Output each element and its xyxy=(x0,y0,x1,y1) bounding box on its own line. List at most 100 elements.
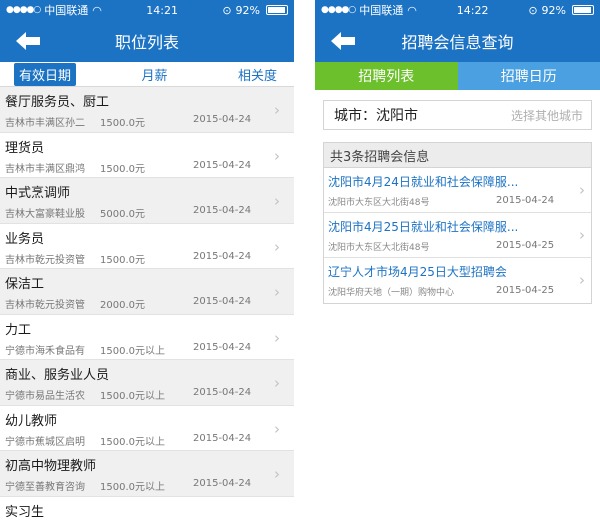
screen-gap xyxy=(294,0,315,523)
filter-valid-date[interactable]: 有效日期 xyxy=(14,62,77,86)
job-title: 实习生 xyxy=(5,504,45,520)
chevron-right-icon: › xyxy=(274,465,280,483)
job-salary: 5000.0元 xyxy=(100,209,145,220)
fair-count: 共3条招聘会信息 xyxy=(324,143,591,168)
job-salary: 1500.0元以上 xyxy=(100,391,165,402)
job-company: 吉林市乾元投资管 xyxy=(5,300,85,311)
job-date: 2015-04-24 xyxy=(193,478,252,489)
fair-date: 2015-04-24 xyxy=(496,195,555,206)
status-bar: ●●●●○ 中国联通 ◠ 14:22 ⊙ 92% xyxy=(315,0,600,20)
lock-rotation-icon: ⊙ xyxy=(222,3,232,17)
fair-date: 2015-04-25 xyxy=(496,285,555,296)
job-date: 2015-04-24 xyxy=(193,387,252,398)
job-salary: 1500.0元 xyxy=(100,118,145,129)
status-time: 14:21 xyxy=(146,3,178,17)
fair-row[interactable]: 沈阳市4月25日就业和社会保障服... 沈阳市大东区大北街48号 2015-04… xyxy=(324,213,591,258)
signal-icon: ●●●●○ xyxy=(6,5,41,15)
job-title: 初高中物理教师 xyxy=(5,459,97,474)
job-row[interactable]: 初高中物理教师 宁德至善教育咨询 1500.0元以上 2015-04-24 › xyxy=(0,451,294,497)
job-company: 吉林市丰满区孙二 xyxy=(5,118,85,129)
job-salary: 2000.0元 xyxy=(100,300,145,311)
job-title: 业务员 xyxy=(5,231,45,247)
job-title: 理货员 xyxy=(5,140,45,156)
job-title: 力工 xyxy=(5,322,32,338)
chevron-right-icon: › xyxy=(579,271,585,289)
job-company: 吉林市乾元投资管 xyxy=(5,254,85,266)
job-company: 宁德市易品生活农 xyxy=(5,391,85,402)
back-arrow-icon[interactable] xyxy=(329,30,357,52)
job-row[interactable]: 实习生 xyxy=(0,497,294,523)
chevron-right-icon: › xyxy=(274,328,280,347)
job-row[interactable]: 保洁工 吉林市乾元投资管 2000.0元 2015-04-24 › xyxy=(0,269,294,315)
chevron-right-icon: › xyxy=(274,419,280,438)
wifi-icon: ◠ xyxy=(407,3,417,17)
job-row[interactable]: 业务员 吉林市乾元投资管 1500.0元 2015-04-24 › xyxy=(0,224,294,269)
job-date: 2015-04-24 xyxy=(193,341,252,353)
battery-percent: 92% xyxy=(235,3,260,17)
nav-bar: 职位列表 xyxy=(0,20,294,62)
job-date: 2015-04-24 xyxy=(193,114,252,125)
job-title: 商业、服务业人员 xyxy=(5,368,110,383)
chevron-right-icon: › xyxy=(274,101,280,119)
city-selector: 城市：沈阳市 选择其他城市 xyxy=(323,100,592,130)
left-topbar: ●●●●○ 中国联通 ◠ 14:21 ⊙ 92% 职位列表 xyxy=(0,0,294,62)
tab-fair-list[interactable]: 招聘列表 xyxy=(315,62,458,90)
status-time: 14:22 xyxy=(456,3,489,17)
job-salary: 1500.0元 xyxy=(100,254,145,266)
job-salary: 1500.0元以上 xyxy=(100,436,165,448)
chevron-right-icon: › xyxy=(579,181,585,199)
job-date: 2015-04-24 xyxy=(193,159,252,171)
job-row[interactable]: 餐厅服务员、厨工 吉林市丰满区孙二 1500.0元 2015-04-24 › xyxy=(0,87,294,133)
fair-list-panel: 共3条招聘会信息 沈阳市4月24日就业和社会保障服... 沈阳市大东区大北街48… xyxy=(323,142,592,304)
job-date: 2015-04-24 xyxy=(193,432,252,444)
battery-icon xyxy=(266,5,288,15)
job-list-screen: ●●●●○ 中国联通 ◠ 14:21 ⊙ 92% 职位列表 有效日期 月薪 相关… xyxy=(0,0,294,523)
tab-fair-calendar[interactable]: 招聘日历 xyxy=(457,62,600,90)
chevron-right-icon: › xyxy=(274,146,280,165)
carrier-label: 中国联通 xyxy=(44,4,89,17)
sort-filter-bar: 有效日期 月薪 相关度 xyxy=(0,62,294,87)
filter-salary[interactable]: 月薪 xyxy=(136,63,172,86)
battery-percent: 92% xyxy=(541,3,566,17)
chevron-right-icon: › xyxy=(274,237,280,256)
back-arrow-icon[interactable] xyxy=(14,30,42,52)
job-row[interactable]: 理货员 吉林市丰满区鼎鸿 1500.0元 2015-04-24 › xyxy=(0,133,294,178)
job-title: 幼儿教师 xyxy=(5,413,58,429)
job-company: 宁德市海禾食品有 xyxy=(5,345,85,357)
fair-tabs: 招聘列表 招聘日历 xyxy=(315,62,600,90)
chevron-right-icon: › xyxy=(274,192,280,210)
filter-relevance[interactable]: 相关度 xyxy=(233,63,282,86)
job-salary: 1500.0元以上 xyxy=(100,482,165,493)
job-company: 宁德市蕉城区启明 xyxy=(5,436,85,448)
job-salary: 1500.0元以上 xyxy=(100,345,165,357)
lock-rotation-icon: ⊙ xyxy=(528,3,538,17)
job-row[interactable]: 幼儿教师 宁德市蕉城区启明 1500.0元以上 2015-04-24 › xyxy=(0,406,294,451)
right-topbar: ●●●●○ 中国联通 ◠ 14:22 ⊙ 92% 招聘会信息查询 xyxy=(315,0,600,62)
job-date: 2015-04-24 xyxy=(193,296,252,307)
current-city: 城市：沈阳市 xyxy=(334,108,418,124)
fair-title: 沈阳市4月24日就业和社会保障服... xyxy=(328,175,519,189)
job-row[interactable]: 中式烹调师 吉林大富豪鞋业股 5000.0元 2015-04-24 › xyxy=(0,178,294,224)
fair-date: 2015-04-25 xyxy=(496,240,555,251)
job-company: 吉林大富豪鞋业股 xyxy=(5,209,85,220)
chevron-right-icon: › xyxy=(274,283,280,301)
signal-icon: ●●●●○ xyxy=(321,5,356,15)
fair-row[interactable]: 沈阳市4月24日就业和社会保障服... 沈阳市大东区大北街48号 2015-04… xyxy=(324,168,591,213)
job-title: 保洁工 xyxy=(5,277,45,292)
job-company: 宁德至善教育咨询 xyxy=(5,482,85,493)
job-date: 2015-04-24 xyxy=(193,205,252,216)
status-bar: ●●●●○ 中国联通 ◠ 14:21 ⊙ 92% xyxy=(0,0,294,20)
fair-row[interactable]: 辽宁人才市场4月25日大型招聘会 沈阳华府天地（一期）购物中心 2015-04-… xyxy=(324,258,591,303)
job-row[interactable]: 力工 宁德市海禾食品有 1500.0元以上 2015-04-24 › xyxy=(0,315,294,360)
job-salary: 1500.0元 xyxy=(100,163,145,175)
job-row[interactable]: 商业、服务业人员 宁德市易品生活农 1500.0元以上 2015-04-24 › xyxy=(0,360,294,406)
fair-title: 沈阳市4月25日就业和社会保障服... xyxy=(328,220,519,234)
fair-address: 沈阳华府天地（一期）购物中心 xyxy=(328,288,455,298)
fair-title: 辽宁人才市场4月25日大型招聘会 xyxy=(328,265,507,279)
job-title: 中式烹调师 xyxy=(5,186,71,201)
job-title: 餐厅服务员、厨工 xyxy=(5,95,110,110)
choose-other-city-button[interactable]: 选择其他城市 xyxy=(511,107,583,124)
job-fair-screen: ●●●●○ 中国联通 ◠ 14:22 ⊙ 92% 招聘会信息查询 招聘列表 招聘… xyxy=(315,0,600,523)
job-company: 吉林市丰满区鼎鸿 xyxy=(5,163,85,175)
job-list: 餐厅服务员、厨工 吉林市丰满区孙二 1500.0元 2015-04-24 › 理… xyxy=(0,87,294,523)
